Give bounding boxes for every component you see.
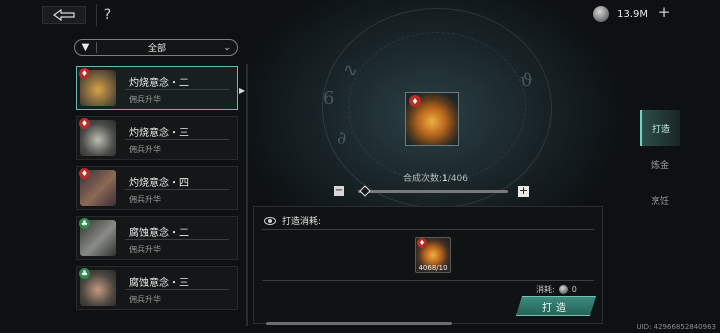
divider: [262, 229, 594, 230]
fire-badge-icon: ♦: [79, 68, 90, 79]
cost-title: 打造消耗:: [282, 217, 322, 227]
chevron-down-icon: ⌄: [223, 42, 231, 53]
help-button[interactable]: ?: [96, 4, 118, 26]
fire-badge-icon: ♦: [417, 238, 427, 248]
quantity-slider: − +: [334, 185, 532, 198]
item-subtitle: 佣兵升华: [129, 195, 161, 204]
poison-badge-icon: ♣: [79, 268, 90, 279]
rune-glyph: ϑ: [520, 70, 533, 91]
item-name: 灼烧意念・四: [129, 178, 189, 189]
eye-icon: [264, 216, 276, 225]
silver-coin-icon: [558, 285, 568, 294]
currency-value: 13.9M: [617, 8, 648, 20]
back-button[interactable]: [42, 6, 86, 24]
rune-glyph: 6: [323, 88, 335, 109]
craft-count-total: /406: [447, 174, 468, 184]
list-item[interactable]: ♦ 灼烧意念・二 佣兵升华: [76, 66, 238, 110]
cost-header: 打造消耗:: [264, 214, 321, 227]
craft-count-label: 合成次数:: [403, 174, 443, 184]
tab-alchemy[interactable]: 炼金: [640, 146, 680, 182]
top-bar: ? 13.9M +: [0, 0, 720, 32]
item-subtitle: 佣兵升华: [129, 95, 161, 104]
cost-panel: 打造消耗: ♦ 4068/10 消耗: 0 打造: [253, 206, 603, 324]
list-item[interactable]: ♣ 腐蚀意念・三 佣兵升华: [76, 266, 238, 310]
rune-glyph: ∂: [337, 128, 347, 149]
fire-badge-icon: ♦: [79, 118, 90, 129]
rune-glyph: ∿: [343, 60, 359, 81]
consume-label: 消耗:: [536, 285, 555, 294]
list-scrollbar[interactable]: [246, 64, 248, 326]
currency-display: 13.9M: [593, 6, 648, 22]
minus-button[interactable]: −: [334, 186, 344, 196]
item-subtitle: 佣兵升华: [129, 145, 161, 154]
fire-badge-icon: ♦: [409, 95, 421, 107]
divider: [125, 89, 229, 90]
list-item[interactable]: ♣ 腐蚀意念・二 佣兵升华: [76, 216, 238, 260]
material-count: 4068/10: [418, 264, 448, 272]
divider: [125, 289, 229, 290]
divider: [125, 239, 229, 240]
slider-track[interactable]: [358, 190, 508, 193]
back-icon: [52, 9, 75, 21]
consume-info: 消耗: 0: [536, 284, 577, 295]
tab-forge[interactable]: 打造: [640, 110, 680, 146]
filter-label: 全部: [147, 44, 166, 54]
slider-thumb[interactable]: [359, 185, 371, 197]
divider: [262, 280, 594, 281]
add-currency-button[interactable]: +: [657, 5, 671, 20]
craft-count: 合成次数:1/406: [403, 171, 468, 184]
recipe-list: ♦ 灼烧意念・二 佣兵升华 ♦ 灼烧意念・三 佣兵升华 ♦ 灼烧意念・四 佣兵升…: [76, 66, 238, 316]
item-name: 腐蚀意念・三: [129, 278, 189, 289]
list-item[interactable]: ♦ 灼烧意念・四 佣兵升华: [76, 166, 238, 210]
item-subtitle: 佣兵升华: [129, 295, 161, 304]
divider: [125, 189, 229, 190]
category-tabs: 打造 炼金 烹饪: [640, 110, 680, 218]
list-item[interactable]: ♦ 灼烧意念・三 佣兵升华: [76, 116, 238, 160]
uid-label: UID: 42966852840963: [636, 323, 716, 331]
horizontal-scrollbar[interactable]: [266, 322, 452, 325]
selected-arrow-icon: ▶: [239, 86, 246, 95]
plus-button[interactable]: +: [518, 185, 529, 197]
filter-dropdown[interactable]: ▼ 全部 ⌄: [74, 39, 238, 56]
item-subtitle: 佣兵升华: [129, 245, 161, 254]
item-name: 灼烧意念・二: [129, 78, 189, 89]
consume-value: 0: [571, 285, 577, 294]
tab-cooking[interactable]: 烹饪: [640, 182, 680, 218]
craft-button[interactable]: 打造: [516, 296, 596, 316]
divider: [125, 139, 229, 140]
item-name: 灼烧意念・三: [129, 128, 189, 139]
poison-badge-icon: ♣: [79, 218, 90, 229]
fire-badge-icon: ♦: [79, 168, 90, 179]
funnel-icon: ▼: [75, 42, 97, 53]
item-name: 腐蚀意念・二: [129, 228, 189, 239]
silver-coin-icon: [593, 6, 610, 22]
